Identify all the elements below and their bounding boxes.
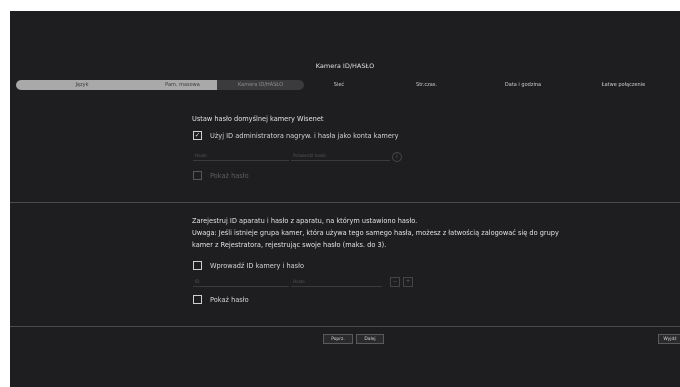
register-id-text-1: Zarejestruj ID aparatu i hasło z aparatu…: [192, 217, 418, 225]
step-timezone[interactable]: Str.czas.: [374, 80, 479, 90]
camera-password-field[interactable]: Hasło: [291, 277, 382, 287]
show-password-label-2: Pokaż hasło: [210, 295, 249, 304]
checkmark-icon[interactable]: ✓: [193, 131, 202, 140]
footer-divider: [10, 326, 680, 327]
step-language[interactable]: Język: [16, 80, 148, 90]
use-admin-credentials-row[interactable]: ✓ Użyj ID administratora nagryw. i hasła…: [193, 131, 399, 140]
prev-button[interactable]: Poprz.: [323, 334, 353, 344]
show-password-row-1[interactable]: Pokaż hasło: [193, 171, 249, 180]
step-easy-connection[interactable]: Łatwe połączenie: [567, 80, 680, 90]
default-password-heading: Ustaw hasło domyślnej kamery Wisenet: [192, 115, 324, 123]
section-divider: [10, 202, 680, 203]
setup-wizard-window: Kamera ID/HASŁO Język Pam. masowa Kamera…: [10, 11, 680, 387]
add-account-button[interactable]: +: [403, 277, 413, 287]
wizard-step-bar: Język Pam. masowa Kamera ID/HASŁO Sieć S…: [16, 80, 680, 90]
info-icon[interactable]: i: [392, 152, 402, 162]
page-title: Kamera ID/HASŁO: [315, 62, 375, 70]
step-network[interactable]: Sieć: [304, 80, 374, 90]
show-password-row-2[interactable]: Pokaż hasło: [193, 295, 249, 304]
enter-camera-id-row[interactable]: Wprowadź ID kamery i hasło: [193, 261, 304, 270]
register-id-text-2: Uwaga: Jeśli istnieje grupa kamer, która…: [192, 229, 559, 237]
exit-button[interactable]: Wyjdź: [658, 334, 680, 344]
step-date-time[interactable]: Data i godzina: [479, 80, 567, 90]
checkbox-icon[interactable]: [193, 261, 202, 270]
checkbox-icon[interactable]: [193, 171, 202, 180]
step-camera-id-password[interactable]: Kamera ID/HASŁO: [217, 80, 304, 90]
confirm-password-field[interactable]: Potwierdź hasło: [291, 151, 390, 161]
password-field[interactable]: Hasło: [193, 151, 289, 161]
step-storage[interactable]: Pam. masowa: [148, 80, 217, 90]
show-password-label-1: Pokaż hasło: [210, 171, 249, 180]
use-admin-credentials-label: Użyj ID administratora nagryw. i hasła j…: [210, 131, 399, 140]
register-id-text-3: kamer z Rejestratora, rejestrując swoje …: [192, 241, 387, 249]
remove-account-button[interactable]: −: [390, 277, 400, 287]
enter-camera-id-label: Wprowadź ID kamery i hasło: [210, 261, 305, 270]
camera-id-field[interactable]: ID: [193, 277, 289, 287]
next-button[interactable]: Dalej: [356, 334, 384, 344]
checkbox-icon[interactable]: [193, 295, 202, 304]
